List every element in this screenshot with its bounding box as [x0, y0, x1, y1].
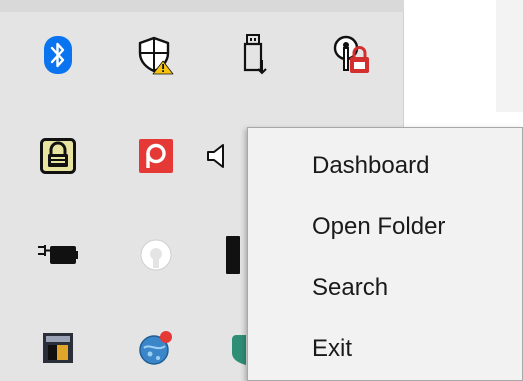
globe-notification-icon[interactable] [124, 316, 188, 380]
bluetooth-icon[interactable] [26, 23, 90, 87]
key-lock-icon[interactable] [320, 23, 384, 87]
menu-item-dashboard[interactable]: Dashboard [248, 140, 522, 192]
speaker-icon[interactable] [206, 124, 246, 188]
safely-remove-hardware-icon[interactable] [222, 23, 286, 87]
battery-charging-icon[interactable] [26, 223, 90, 287]
tray-top-edge [0, 0, 404, 12]
menu-item-search[interactable]: Search [248, 262, 522, 314]
menu-item-exit[interactable]: Exit [248, 323, 522, 375]
padlock-app-icon[interactable] [26, 124, 90, 188]
onedrive-sync-icon[interactable] [124, 223, 188, 287]
context-menu: Dashboard Open Folder Search Exit [247, 127, 523, 381]
shield-app-icon[interactable] [232, 316, 248, 380]
background-window-edge [496, 0, 523, 112]
clapperboard-app-icon[interactable] [26, 316, 90, 380]
pushbullet-p-icon[interactable] [124, 124, 188, 188]
windows-security-warning-icon[interactable] [124, 23, 188, 87]
dark-app-icon[interactable] [218, 223, 248, 287]
menu-item-open-folder[interactable]: Open Folder [248, 201, 522, 253]
